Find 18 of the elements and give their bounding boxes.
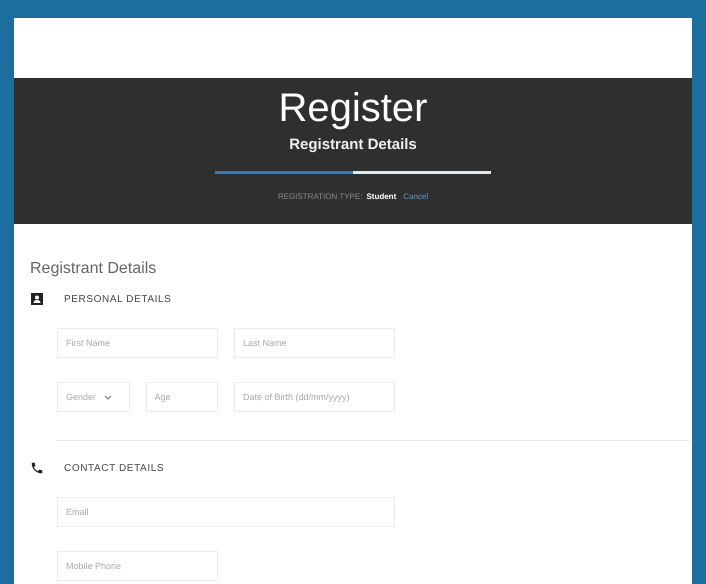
chevron-down-icon (104, 394, 112, 400)
section-title: CONTACT DETAILS (64, 462, 164, 474)
registration-type-value: Student (366, 192, 396, 201)
cancel-link[interactable]: Cancel (403, 192, 428, 201)
input-field[interactable]: Date of Birth (dd/mm/yyyy) (234, 382, 395, 412)
form-heading: Registrant Details (30, 260, 158, 278)
contact-card-icon (30, 292, 44, 306)
input-field[interactable]: Last Name (234, 328, 395, 358)
step-title: Registrant Details (289, 136, 417, 153)
section-title: PERSONAL DETAILS (64, 294, 172, 304)
input-field[interactable]: Email (57, 497, 395, 527)
registration-type-label: REGISTRATION TYPE: (278, 192, 362, 201)
input-field[interactable]: Mobile Phone (57, 551, 218, 581)
input-field[interactable]: Age (146, 382, 218, 412)
phone-icon (30, 461, 44, 475)
gender-dropdown[interactable]: Gender (57, 382, 130, 412)
page-title: Register (278, 85, 428, 132)
input-field[interactable]: First Name (57, 328, 218, 358)
